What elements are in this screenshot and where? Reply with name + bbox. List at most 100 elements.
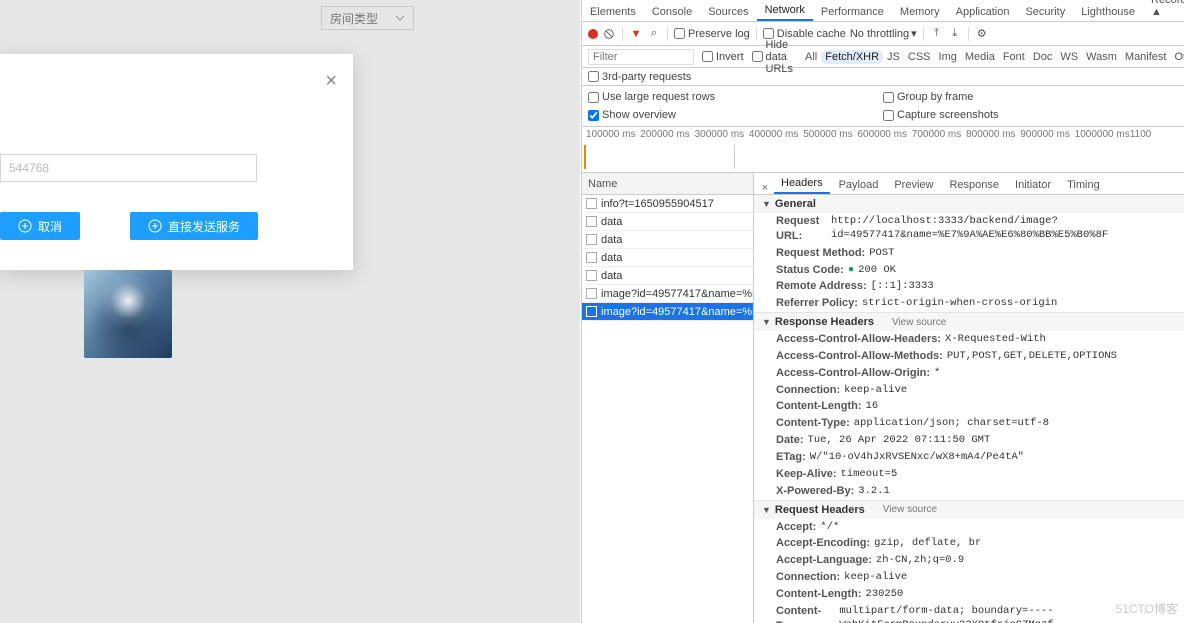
chevron-down-icon bbox=[395, 13, 405, 23]
header-row: Accept-Language:zh-CN,zh;q=0.9 bbox=[754, 552, 1184, 569]
show-overview-checkbox[interactable]: Show overview bbox=[588, 109, 883, 121]
header-row: Keep-Alive:timeout=5 bbox=[754, 466, 1184, 483]
filter-type-fetchxhr[interactable]: Fetch/XHR bbox=[821, 50, 883, 64]
request-headers-section: ▼Request HeadersView source Accept:*/*Ac… bbox=[754, 501, 1184, 623]
invert-checkbox[interactable]: Invert bbox=[702, 51, 744, 63]
third-party-checkbox[interactable]: 3rd-party requests bbox=[588, 71, 691, 83]
devtools-tab-application[interactable]: Application bbox=[948, 3, 1018, 21]
plus-circle-icon bbox=[18, 219, 32, 233]
close-detail-icon[interactable]: × bbox=[758, 182, 772, 194]
modal-dialog: × 544768 取消 直接发送服务 bbox=[0, 54, 353, 270]
capture-screenshots-checkbox[interactable]: Capture screenshots bbox=[883, 109, 1178, 121]
plus-circle-icon bbox=[148, 219, 162, 233]
header-row: Accept-Encoding:gzip, deflate, br bbox=[754, 535, 1184, 552]
request-row[interactable]: data bbox=[582, 213, 753, 231]
request-name: image?id=49577417&name=%E7%9A... bbox=[601, 306, 753, 318]
caret-down-icon: ▼ bbox=[762, 199, 771, 209]
request-name: image?id=49577417&name=%E7%9A... bbox=[601, 288, 753, 300]
request-detail: × HeadersPayloadPreviewResponseInitiator… bbox=[754, 173, 1184, 623]
devtools-tab-network[interactable]: Network bbox=[757, 1, 813, 21]
request-row[interactable]: image?id=49577417&name=%E7%9A... bbox=[582, 303, 753, 321]
header-row: Referrer Policy:strict-origin-when-cross… bbox=[754, 295, 1184, 312]
filter-type-ws[interactable]: WS bbox=[1056, 50, 1082, 64]
close-icon[interactable]: × bbox=[325, 70, 337, 93]
send-service-button[interactable]: 直接发送服务 bbox=[130, 212, 258, 240]
detail-tab-payload[interactable]: Payload bbox=[832, 176, 886, 194]
record-button[interactable] bbox=[588, 29, 598, 39]
devtools-tab-recorder ▲[interactable]: Recorder ▲ bbox=[1143, 0, 1184, 21]
cancel-button[interactable]: 取消 bbox=[0, 212, 80, 240]
filter-type-manifest[interactable]: Manifest bbox=[1121, 50, 1171, 64]
header-row: Access-Control-Allow-Origin:* bbox=[754, 365, 1184, 382]
header-row: Request URL:http://localhost:3333/backen… bbox=[754, 213, 1184, 245]
overview-options: Use large request rows Group by frame Sh… bbox=[582, 86, 1184, 127]
filter-type-css[interactable]: CSS bbox=[904, 50, 935, 64]
filter-icon[interactable]: ▼ bbox=[629, 27, 643, 41]
filter-type-all[interactable]: All bbox=[801, 50, 821, 64]
request-row[interactable]: info?t=1650955904517 bbox=[582, 195, 753, 213]
detail-tab-preview[interactable]: Preview bbox=[887, 176, 940, 194]
header-row: Content-Type:application/json; charset=u… bbox=[754, 415, 1184, 432]
devtools-tab-lighthouse[interactable]: Lighthouse bbox=[1073, 3, 1143, 21]
detail-tab-initiator[interactable]: Initiator bbox=[1008, 176, 1058, 194]
request-row[interactable]: data bbox=[582, 231, 753, 249]
filter-type-other[interactable]: Other bbox=[1170, 50, 1184, 64]
request-row[interactable]: data bbox=[582, 249, 753, 267]
text-input[interactable]: 544768 bbox=[0, 154, 257, 182]
filter-type-img[interactable]: Img bbox=[935, 50, 961, 64]
request-name: info?t=1650955904517 bbox=[601, 198, 714, 210]
detail-tab-bar: × HeadersPayloadPreviewResponseInitiator… bbox=[754, 173, 1184, 195]
filter-type-doc[interactable]: Doc bbox=[1029, 50, 1057, 64]
group-by-frame-checkbox[interactable]: Group by frame bbox=[883, 91, 1178, 103]
caret-down-icon: ▼ bbox=[762, 505, 771, 515]
header-row: Access-Control-Allow-Headers:X-Requested… bbox=[754, 331, 1184, 348]
devtools-panel: ElementsConsoleSourcesNetworkPerformance… bbox=[581, 0, 1184, 623]
preserve-log-checkbox[interactable]: Preserve log bbox=[674, 28, 750, 40]
filter-type-font[interactable]: Font bbox=[999, 50, 1029, 64]
devtools-tab-sources[interactable]: Sources bbox=[700, 3, 756, 21]
request-row[interactable]: image?id=49577417&name=%E7%9A... bbox=[582, 285, 753, 303]
header-row: Date:Tue, 26 Apr 2022 07:11:50 GMT bbox=[754, 432, 1184, 449]
request-row[interactable]: data bbox=[582, 267, 753, 285]
filter-type-media[interactable]: Media bbox=[961, 50, 999, 64]
throttling-select[interactable]: No throttling ▾ bbox=[850, 27, 917, 40]
response-headers-section: ▼Response HeadersView source Access-Cont… bbox=[754, 313, 1184, 500]
filter-type-js[interactable]: JS bbox=[883, 50, 904, 64]
header-row: Connection:keep-alive bbox=[754, 569, 1184, 586]
devtools-tab-security[interactable]: Security bbox=[1017, 3, 1073, 21]
filter-input[interactable] bbox=[588, 49, 694, 65]
devtools-tab-console[interactable]: Console bbox=[644, 3, 700, 21]
filter-type-wasm[interactable]: Wasm bbox=[1082, 50, 1121, 64]
room-type-label: 房间类型 bbox=[330, 10, 378, 27]
detail-tab-headers[interactable]: Headers bbox=[774, 174, 830, 194]
room-type-select[interactable]: 房间类型 bbox=[321, 6, 414, 30]
devtools-tab-performance[interactable]: Performance bbox=[813, 3, 892, 21]
gear-icon[interactable]: ⚙ bbox=[975, 27, 989, 41]
wifi-icon[interactable]: ⤒ bbox=[930, 27, 944, 41]
general-section: ▼General Request URL:http://localhost:33… bbox=[754, 195, 1184, 313]
file-icon bbox=[586, 216, 597, 227]
upload-icon[interactable]: ⤓ bbox=[948, 27, 962, 41]
network-timeline[interactable]: 100000 ms200000 ms300000 ms400000 ms5000… bbox=[582, 127, 1184, 173]
file-icon bbox=[586, 288, 597, 299]
detail-tab-response[interactable]: Response bbox=[942, 176, 1006, 194]
clear-icon[interactable] bbox=[602, 27, 616, 41]
header-row: ETag:W/"10-oV4hJxRVSENxc/wX8+mA4/Pe4tA" bbox=[754, 449, 1184, 466]
search-icon[interactable]: ⌕ bbox=[647, 27, 661, 41]
large-rows-checkbox[interactable]: Use large request rows bbox=[588, 91, 883, 103]
input-value: 544768 bbox=[9, 161, 49, 175]
request-list-header: Name bbox=[582, 173, 753, 195]
header-row: X-Powered-By:3.2.1 bbox=[754, 483, 1184, 500]
avatar-image bbox=[84, 270, 172, 358]
devtools-tab-memory[interactable]: Memory bbox=[892, 3, 948, 21]
file-icon bbox=[586, 234, 597, 245]
header-row: Content-Length:16 bbox=[754, 398, 1184, 415]
file-icon bbox=[586, 270, 597, 281]
header-row: Remote Address:[::1]:3333 bbox=[754, 278, 1184, 295]
request-name: data bbox=[601, 252, 622, 264]
detail-tab-timing[interactable]: Timing bbox=[1060, 176, 1107, 194]
caret-down-icon: ▼ bbox=[762, 317, 771, 327]
header-row: Content-Type:multipart/form-data; bounda… bbox=[754, 603, 1184, 623]
request-name: data bbox=[601, 270, 622, 282]
devtools-tab-elements[interactable]: Elements bbox=[582, 3, 644, 21]
